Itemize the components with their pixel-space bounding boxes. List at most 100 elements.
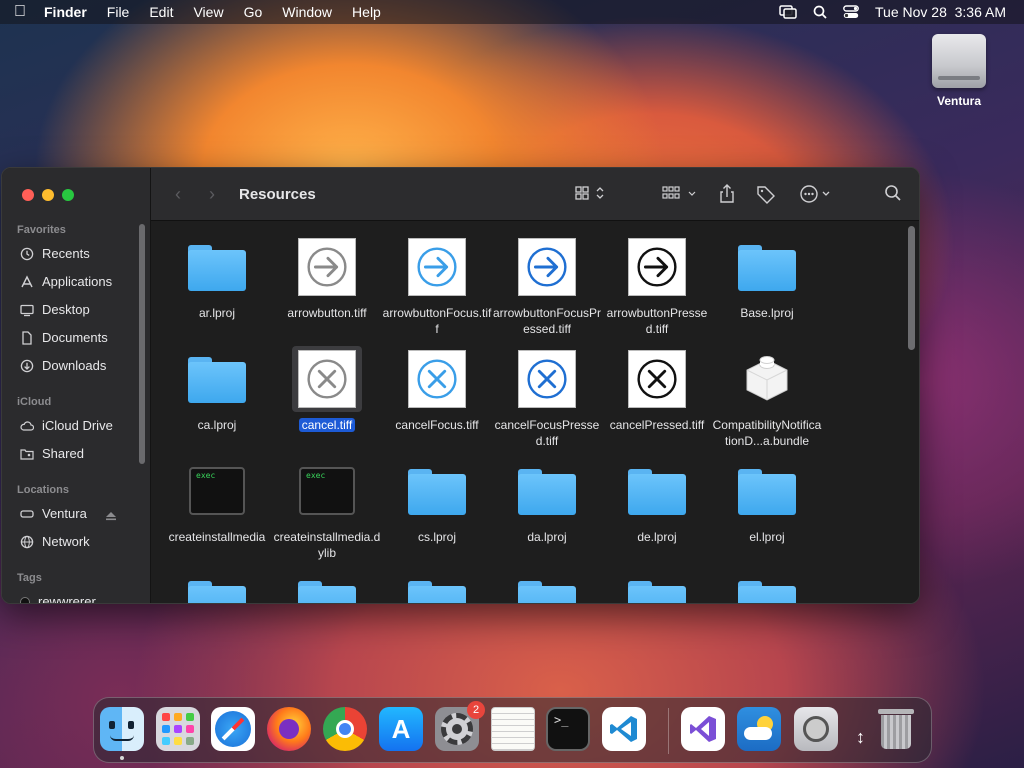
file-item-folder-23[interactable]: [712, 570, 822, 603]
file-item-createinstallmedia[interactable]: exec createinstallmedia: [162, 458, 272, 545]
file-item-arrowbuttonfocuspressed-tiff[interactable]: arrowbuttonFocusPressed.tiff: [492, 234, 602, 337]
spotlight-search-icon[interactable]: [813, 5, 827, 19]
sidebar-item-desktop[interactable]: Desktop: [20, 302, 90, 317]
file-item-folder-18[interactable]: [162, 570, 272, 603]
tiff-thumbnail: [518, 350, 576, 408]
menu-clock[interactable]: Tue Nov 28 3:36 AM: [875, 4, 1006, 20]
sidebar-item-label: rewwrerer: [38, 594, 96, 604]
file-item-folder-22[interactable]: [602, 570, 712, 603]
content-scrollbar[interactable]: [908, 226, 915, 350]
dock-firefox[interactable]: [267, 707, 311, 751]
sidebar-item-label: Ventura: [42, 506, 87, 521]
exec-thumbnail: exec: [299, 467, 355, 515]
file-item-cancelpressed-tiff[interactable]: cancelPressed.tiff: [602, 346, 712, 433]
sidebar-item-ventura[interactable]: Ventura: [20, 506, 116, 521]
network-icon: [20, 535, 34, 548]
file-item-cs-lproj[interactable]: cs.lproj: [382, 458, 492, 545]
sidebar-item-recents[interactable]: Recents: [20, 246, 90, 261]
file-item-createinstallmedia-dylib[interactable]: exec createinstallmedia.dylib: [272, 458, 382, 561]
zoom-window-button[interactable]: [62, 189, 74, 201]
icon-view-grid-icon: [575, 186, 604, 200]
dock-app-store[interactable]: A: [379, 707, 423, 751]
menu-app-name[interactable]: Finder: [40, 4, 97, 20]
sidebar-item-label: Downloads: [42, 358, 107, 373]
minimize-window-button[interactable]: [42, 189, 54, 201]
screen-mirroring-icon[interactable]: [779, 5, 797, 19]
folder-shape: [188, 243, 246, 291]
dock-vscode[interactable]: [602, 707, 646, 751]
folder-icon: [732, 570, 802, 603]
menu-window[interactable]: Window: [272, 4, 342, 20]
folder-icon: [622, 570, 692, 603]
file-item-base-lproj[interactable]: Base.lproj: [712, 234, 822, 321]
dock-chrome[interactable]: [323, 707, 367, 751]
sidebar-item-label: Applications: [42, 274, 113, 289]
file-name-label: arrowbuttonFocusPressed.tiff: [492, 305, 602, 337]
file-item-cancelfocus-tiff[interactable]: cancelFocus.tiff: [382, 346, 492, 433]
file-item-folder-21[interactable]: [492, 570, 602, 603]
dock-trash[interactable]: [874, 707, 918, 751]
desktop-icon: [20, 304, 34, 316]
view-mode-button[interactable]: [575, 184, 609, 206]
sidebar-item-label: Network: [42, 534, 90, 549]
file-name-label: cs.lproj: [382, 529, 492, 545]
desktop-drive-ventura[interactable]: Ventura: [924, 34, 994, 108]
file-item-arrowbuttonpressed-tiff[interactable]: arrowbuttonPressed.tiff: [602, 234, 712, 337]
control-center-icon[interactable]: [843, 5, 859, 19]
sidebar-item-network[interactable]: Network: [20, 534, 90, 549]
file-item-cancelfocuspressed-tiff[interactable]: cancelFocusPressed.tiff: [492, 346, 602, 449]
file-name-label: CompatibilityNotificationD...a.bundle: [712, 417, 822, 449]
dock-weather[interactable]: [737, 707, 781, 751]
desktop-drive-label: Ventura: [936, 94, 981, 108]
file-item-el-lproj[interactable]: el.lproj: [712, 458, 822, 545]
more-actions-button[interactable]: [799, 184, 833, 208]
file-item-folder-20[interactable]: [382, 570, 492, 603]
group-by-button[interactable]: [662, 184, 700, 206]
folder-shape: [408, 579, 466, 603]
sidebar-item-shared[interactable]: Shared: [20, 446, 84, 461]
sidebar-item-applications[interactable]: Applications: [20, 274, 112, 289]
back-chevron-icon[interactable]: ‹: [161, 184, 195, 205]
finder-window: Favorites Recents Applications Desktop D…: [1, 167, 920, 604]
share-button[interactable]: [718, 184, 736, 208]
exec-label: exec: [306, 471, 326, 480]
sidebar-item-icloud-drive[interactable]: iCloud Drive: [20, 418, 113, 433]
file-item-folder-19[interactable]: [272, 570, 382, 603]
file-item-da-lproj[interactable]: da.lproj: [492, 458, 602, 545]
file-item-ar-lproj[interactable]: ar.lproj: [162, 234, 272, 321]
file-item-arrowbutton-tiff[interactable]: arrowbutton.tiff: [272, 234, 382, 321]
menu-file[interactable]: File: [97, 4, 140, 20]
file-item-ca-lproj[interactable]: ca.lproj: [162, 346, 272, 433]
file-item-arrowbuttonfocus-tiff[interactable]: arrowbuttonFocus.tiff: [382, 234, 492, 337]
menu-edit[interactable]: Edit: [139, 4, 183, 20]
dock-disk-utility[interactable]: [794, 707, 838, 751]
dock-textedit[interactable]: [491, 707, 535, 751]
forward-chevron-icon[interactable]: ›: [195, 184, 229, 205]
sidebar-item-downloads[interactable]: Downloads: [20, 358, 106, 373]
file-item-compatibilitynotificationd-a-bundle[interactable]: CompatibilityNotificationD...a.bundle: [712, 346, 822, 449]
file-item-de-lproj[interactable]: de.lproj: [602, 458, 712, 545]
file-name-text: cancelFocusPressed.tiff: [494, 418, 600, 448]
apple-menu-icon[interactable]: : [0, 3, 40, 21]
dock-safari[interactable]: [211, 707, 255, 751]
search-button[interactable]: [884, 184, 902, 206]
dock-finder[interactable]: [100, 707, 144, 751]
file-item-cancel-tiff[interactable]: cancel.tiff: [272, 346, 382, 433]
dock-resize-arrows-icon[interactable]: ↕: [856, 728, 865, 746]
sidebar-item-tag[interactable]: rewwrerer: [20, 594, 96, 604]
file-name-label: cancel.tiff: [272, 417, 382, 433]
sidebar-item-documents[interactable]: Documents: [20, 330, 108, 345]
close-window-button[interactable]: [22, 189, 34, 201]
dock-launchpad[interactable]: [156, 707, 200, 751]
menu-view[interactable]: View: [183, 4, 233, 20]
sidebar-scrollbar[interactable]: [139, 224, 145, 464]
eject-icon[interactable]: [105, 511, 117, 521]
dock-visual-studio[interactable]: [681, 707, 725, 751]
dock-settings[interactable]: 2: [435, 701, 485, 751]
tags-button[interactable]: [756, 184, 776, 208]
sidebar-section-icloud: iCloud: [17, 396, 52, 408]
menu-go[interactable]: Go: [234, 4, 273, 20]
folder-icon: [292, 570, 362, 603]
dock-terminal[interactable]: >_: [546, 707, 590, 751]
menu-help[interactable]: Help: [342, 4, 391, 20]
